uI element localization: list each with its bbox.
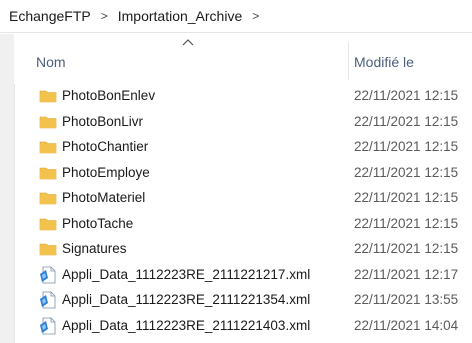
- file-name: PhotoBonEnlev: [62, 88, 156, 103]
- file-list: PhotoBonEnlev 22/11/2021 12:15 PhotoBonLiv…: [14, 84, 472, 339]
- chevron-right-icon[interactable]: >: [94, 9, 115, 23]
- column-header-name[interactable]: Nom: [36, 54, 66, 70]
- breadcrumb-item-importation-archive[interactable]: Importation_Archive: [115, 6, 246, 26]
- file-name: PhotoBonLivr: [62, 113, 144, 129]
- file-name: Signatures: [62, 241, 127, 256]
- breadcrumb: EchangeFTP > Importation_Archive >: [0, 0, 472, 33]
- file-modified-date: 22/11/2021 13:55: [354, 292, 459, 307]
- xml-file-icon: [39, 317, 57, 335]
- file-row[interactable]: Appli_Data_1112223RE_2111221403.xml 22/11…: [14, 314, 472, 340]
- file-modified-date: 22/11/2021 12:15: [354, 113, 459, 129]
- folder-row[interactable]: PhotoEmploye 22/11/2021 12:15: [14, 161, 472, 187]
- column-divider[interactable]: [348, 42, 349, 80]
- folder-icon: [39, 138, 57, 156]
- file-modified-date: 22/11/2021 12:15: [354, 164, 459, 180]
- folder-icon: [39, 215, 57, 233]
- file-name: PhotoTache: [62, 215, 134, 231]
- file-modified-date: 22/11/2021 12:15: [354, 88, 459, 103]
- folder-row[interactable]: PhotoBonEnlev 22/11/2021 12:15: [14, 84, 472, 110]
- file-modified-date: 22/11/2021 12:15: [354, 241, 459, 256]
- folder-row[interactable]: Signatures 22/11/2021 12:15: [14, 237, 472, 263]
- file-name: Appli_Data_1112223RE_2111221354.xml: [62, 292, 311, 307]
- file-modified-date: 22/11/2021 14:04: [354, 317, 459, 333]
- folder-row[interactable]: PhotoTache 22/11/2021 12:15: [14, 212, 472, 238]
- folder-icon: [39, 113, 57, 131]
- folder-icon: [39, 240, 57, 258]
- column-header-modified[interactable]: Modifié le: [354, 54, 414, 70]
- sort-ascending-icon: [182, 39, 194, 46]
- file-name: PhotoMateriel: [62, 190, 146, 205]
- column-header-bar: Nom Modifié le: [14, 34, 472, 84]
- folder-row[interactable]: PhotoMateriel 22/11/2021 12:15: [14, 186, 472, 212]
- chevron-right-icon[interactable]: >: [245, 9, 266, 23]
- file-modified-date: 22/11/2021 12:15: [354, 215, 459, 231]
- file-name: Appli_Data_1112223RE_2111221217.xml: [62, 266, 311, 282]
- file-name: PhotoEmploye: [62, 164, 150, 180]
- navigation-pane-edge: [0, 34, 15, 343]
- file-name: PhotoChantier: [62, 139, 149, 154]
- folder-row[interactable]: PhotoChantier 22/11/2021 12:15: [14, 135, 472, 161]
- file-name: Appli_Data_1112223RE_2111221403.xml: [62, 317, 311, 333]
- xml-file-icon: [39, 266, 57, 284]
- file-modified-date: 22/11/2021 12:17: [354, 266, 459, 282]
- breadcrumb-item-echangeftp[interactable]: EchangeFTP: [6, 6, 94, 26]
- xml-file-icon: [39, 291, 57, 309]
- file-modified-date: 22/11/2021 12:15: [354, 139, 459, 154]
- folder-row[interactable]: PhotoBonLivr 22/11/2021 12:15: [14, 110, 472, 136]
- file-modified-date: 22/11/2021 12:15: [354, 190, 459, 205]
- folder-icon: [39, 189, 57, 207]
- folder-icon: [39, 87, 57, 105]
- folder-icon: [39, 164, 57, 182]
- file-row[interactable]: Appli_Data_1112223RE_2111221217.xml 22/11…: [14, 263, 472, 289]
- file-row[interactable]: Appli_Data_1112223RE_2111221354.xml 22/11…: [14, 288, 472, 314]
